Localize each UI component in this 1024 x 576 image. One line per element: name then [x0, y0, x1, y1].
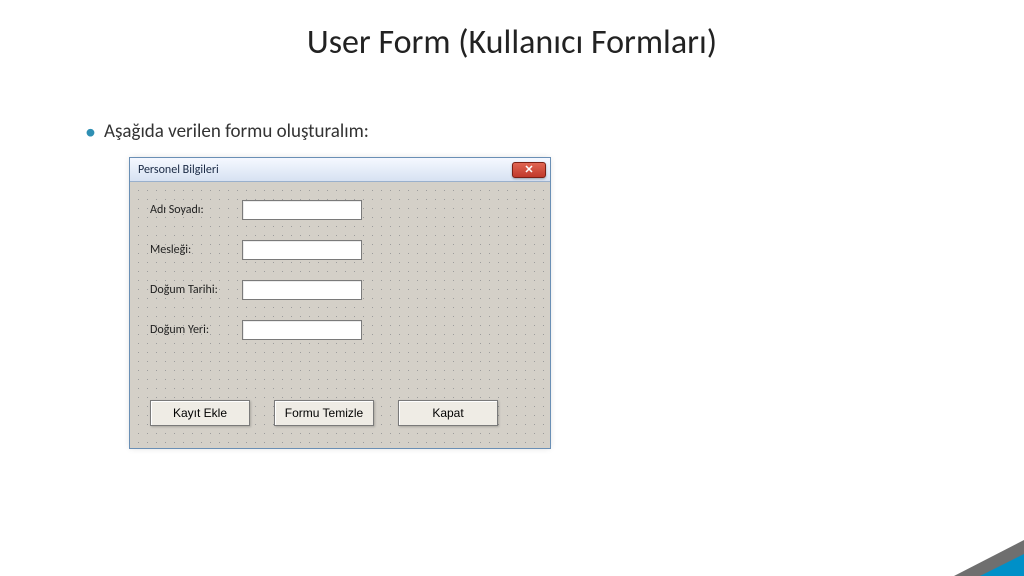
input-job[interactable] [242, 240, 362, 260]
button-bar: Kayıt Ekle Formu Temizle Kapat [150, 400, 498, 426]
userform-window: Personel Bilgileri ✕ Adı Soyadı: Mesleği… [130, 158, 550, 448]
close-form-button[interactable]: Kapat [398, 400, 498, 426]
input-dob[interactable] [242, 280, 362, 300]
theme-stripe-light [0, 0, 52, 576]
add-record-button[interactable]: Kayıt Ekle [150, 400, 250, 426]
userform-body: Adı Soyadı: Mesleği: Doğum Tarihi: Doğum… [130, 182, 550, 448]
theme-stripe-blue [0, 0, 17, 576]
theme-corner-blue [980, 554, 1024, 576]
input-name[interactable] [242, 200, 362, 220]
field-dob: Doğum Tarihi: [150, 280, 362, 300]
bullet-icon: • [85, 121, 96, 143]
clear-form-button[interactable]: Formu Temizle [274, 400, 374, 426]
close-icon[interactable]: ✕ [512, 162, 546, 178]
label-pob: Doğum Yeri: [150, 323, 242, 337]
userform-title: Personel Bilgileri [138, 163, 219, 177]
label-name: Adı Soyadı: [150, 203, 242, 217]
bullet-text: Aşağıda verilen formu oluşturalım: [104, 120, 369, 143]
field-job: Mesleği: [150, 240, 362, 260]
slide-bullet: • Aşağıda verilen formu oluşturalım: [85, 120, 369, 143]
label-dob: Doğum Tarihi: [150, 283, 242, 297]
slide-title: User Form (Kullanıcı Formları) [0, 22, 1024, 63]
field-name: Adı Soyadı: [150, 200, 362, 220]
userform-titlebar[interactable]: Personel Bilgileri ✕ [130, 158, 550, 182]
theme-stripe-grey [0, 0, 12, 576]
field-pob: Doğum Yeri: [150, 320, 362, 340]
input-pob[interactable] [242, 320, 362, 340]
label-job: Mesleği: [150, 243, 242, 257]
